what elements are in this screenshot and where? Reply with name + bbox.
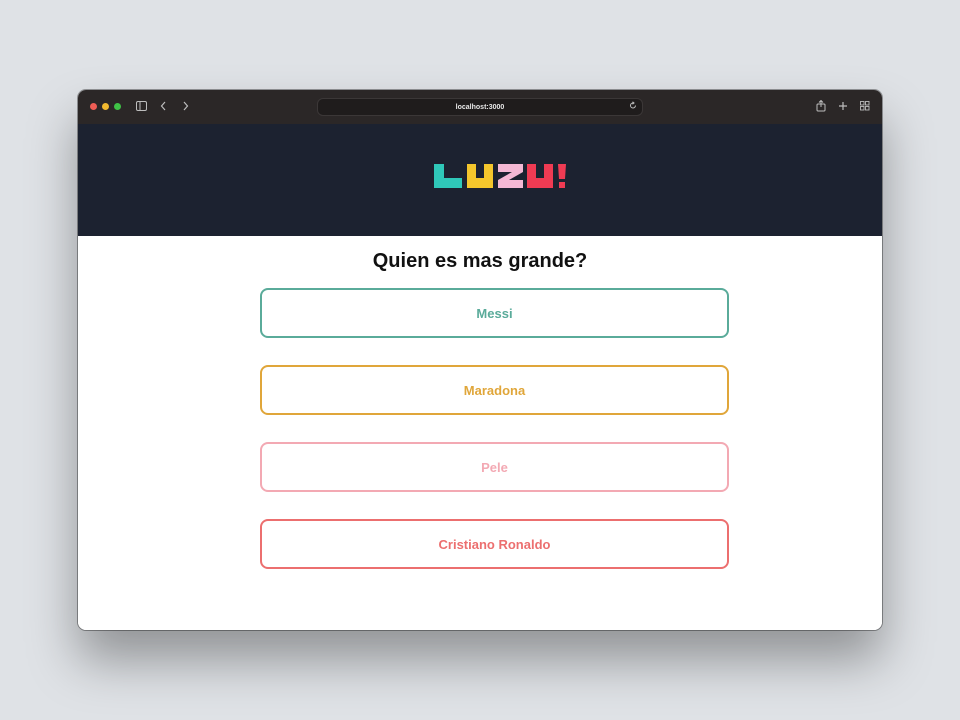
close-window-button[interactable] [90,103,97,110]
site-header: TV [78,124,882,236]
quiz-question: Quien es mas grande? [372,250,588,272]
new-tab-icon[interactable] [838,100,848,114]
quiz-section: Quien es mas grande? Messi Maradona Pele Cr… [78,236,882,630]
minimize-window-button[interactable] [102,103,109,110]
answer-option-button[interactable]: Cristiano Ronaldo [260,519,729,569]
back-icon[interactable] [160,100,167,114]
address-bar[interactable]: localhost:3000 [317,98,643,116]
sidebar-toggle-icon[interactable] [136,100,147,114]
answer-option-button[interactable]: Messi [260,288,729,338]
url-text: localhost:3000 [455,104,505,111]
forward-icon[interactable] [182,100,189,114]
browser-window: localhost:3000 Quien es mas grande? Mess… [78,90,882,630]
answer-option-button[interactable]: Maradona [260,365,729,415]
browser-toolbar: localhost:3000 [78,90,882,124]
maximize-window-button[interactable] [114,103,121,110]
answer-option-button[interactable]: Pele [260,442,729,492]
share-icon[interactable] [816,99,826,115]
luzu-logo[interactable]: TV [434,164,574,197]
reload-icon[interactable] [629,101,637,112]
tab-overview-icon[interactable] [860,100,870,114]
window-controls [90,103,121,110]
